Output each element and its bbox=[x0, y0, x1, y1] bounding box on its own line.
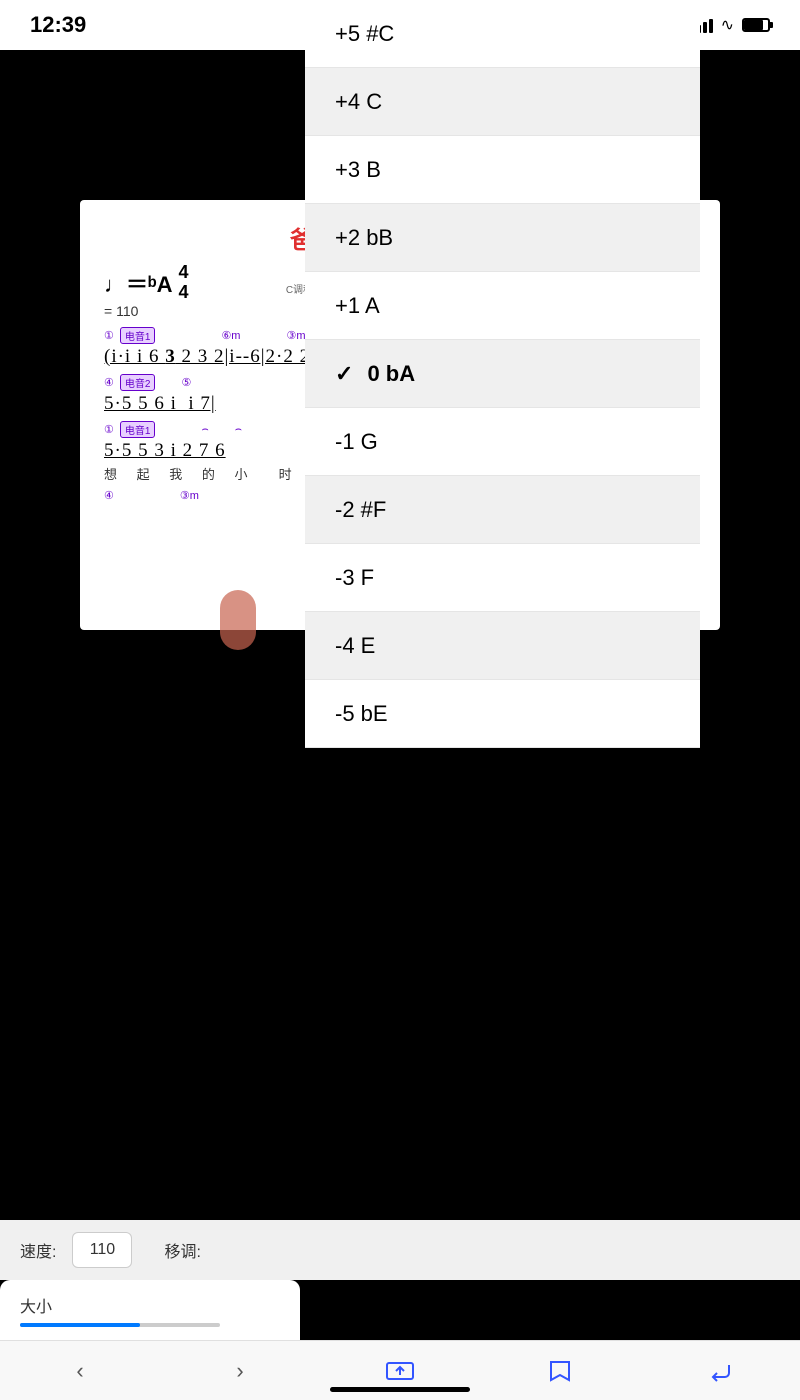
dropdown-item-8[interactable]: -3 F bbox=[305, 544, 700, 612]
dropdown-item-label: -2 #F bbox=[335, 497, 386, 523]
prev-button[interactable]: ‹ bbox=[55, 1349, 105, 1393]
upload-icon bbox=[385, 1359, 415, 1383]
status-time: 12:39 bbox=[30, 12, 86, 38]
home-indicator bbox=[330, 1387, 470, 1392]
speed-label: 速度: bbox=[20, 1238, 56, 1262]
dropdown-item-label: 0 bA bbox=[367, 361, 415, 387]
dropdown-item-label: +3 B bbox=[335, 157, 381, 183]
size-slider[interactable] bbox=[20, 1323, 220, 1327]
dropdown-item-3[interactable]: +2 bB bbox=[305, 204, 700, 272]
dropdown-item-label: -4 E bbox=[335, 633, 375, 659]
size-label: 大小 bbox=[20, 1293, 280, 1317]
dropdown-item-label: +5 #C bbox=[335, 21, 394, 47]
finger-indicator bbox=[220, 590, 256, 650]
wifi-icon: ∿ bbox=[721, 15, 734, 35]
status-icons: ∿ bbox=[691, 15, 770, 35]
dropdown-item-label: -1 G bbox=[335, 429, 378, 455]
key-tempo-left: ♩＝ᵇA 4 4 = 110 bbox=[104, 263, 189, 319]
dropdown-item-9[interactable]: -4 E bbox=[305, 612, 700, 680]
bookmark-button[interactable] bbox=[535, 1349, 585, 1393]
bpm-label: = 110 bbox=[104, 303, 138, 319]
bottom-controls: 速度: 110 移调: bbox=[0, 1220, 800, 1280]
return-button[interactable] bbox=[695, 1349, 745, 1393]
dropdown-item-5[interactable]: ✓ 0 bA bbox=[305, 340, 700, 408]
next-button[interactable]: › bbox=[215, 1349, 265, 1393]
dropdown-item-0[interactable]: +5 #C bbox=[305, 0, 700, 68]
dropdown-item-1[interactable]: +4 C bbox=[305, 68, 700, 136]
checkmark-icon: ✓ bbox=[335, 361, 353, 387]
dropdown-list: +5 #C +4 C +3 B +2 bB +1 A ✓ 0 bA -1 G -2 #F -3 F… bbox=[305, 0, 700, 748]
size-slider-fill bbox=[20, 1323, 140, 1327]
dropdown-item-2[interactable]: +3 B bbox=[305, 136, 700, 204]
upload-button[interactable] bbox=[375, 1349, 425, 1393]
dropdown-overlay: 速度: 110 移调: 大小 To ‹ › bbox=[0, 780, 800, 1400]
speed-input[interactable]: 110 bbox=[72, 1232, 132, 1268]
dropdown-item-label: +2 bB bbox=[335, 225, 393, 251]
note-symbol: ♩＝ᵇA bbox=[104, 267, 173, 299]
dropdown-item-10[interactable]: -5 bE bbox=[305, 680, 700, 748]
dropdown-item-6[interactable]: -1 G bbox=[305, 408, 700, 476]
transpose-label: 移调: bbox=[164, 1238, 200, 1262]
dropdown-item-label: -5 bE bbox=[335, 701, 388, 727]
return-icon bbox=[705, 1359, 735, 1383]
dropdown-item-label: +4 C bbox=[335, 89, 382, 115]
dropdown-item-4[interactable]: +1 A bbox=[305, 272, 700, 340]
dropdown-item-label: -3 F bbox=[335, 565, 374, 591]
time-signature: 4 4 bbox=[179, 263, 189, 303]
dropdown-item-label: +1 A bbox=[335, 293, 380, 319]
size-area: 大小 bbox=[0, 1280, 300, 1340]
bookmark-icon bbox=[545, 1359, 575, 1383]
battery-icon bbox=[742, 18, 770, 32]
dropdown-item-7[interactable]: -2 #F bbox=[305, 476, 700, 544]
